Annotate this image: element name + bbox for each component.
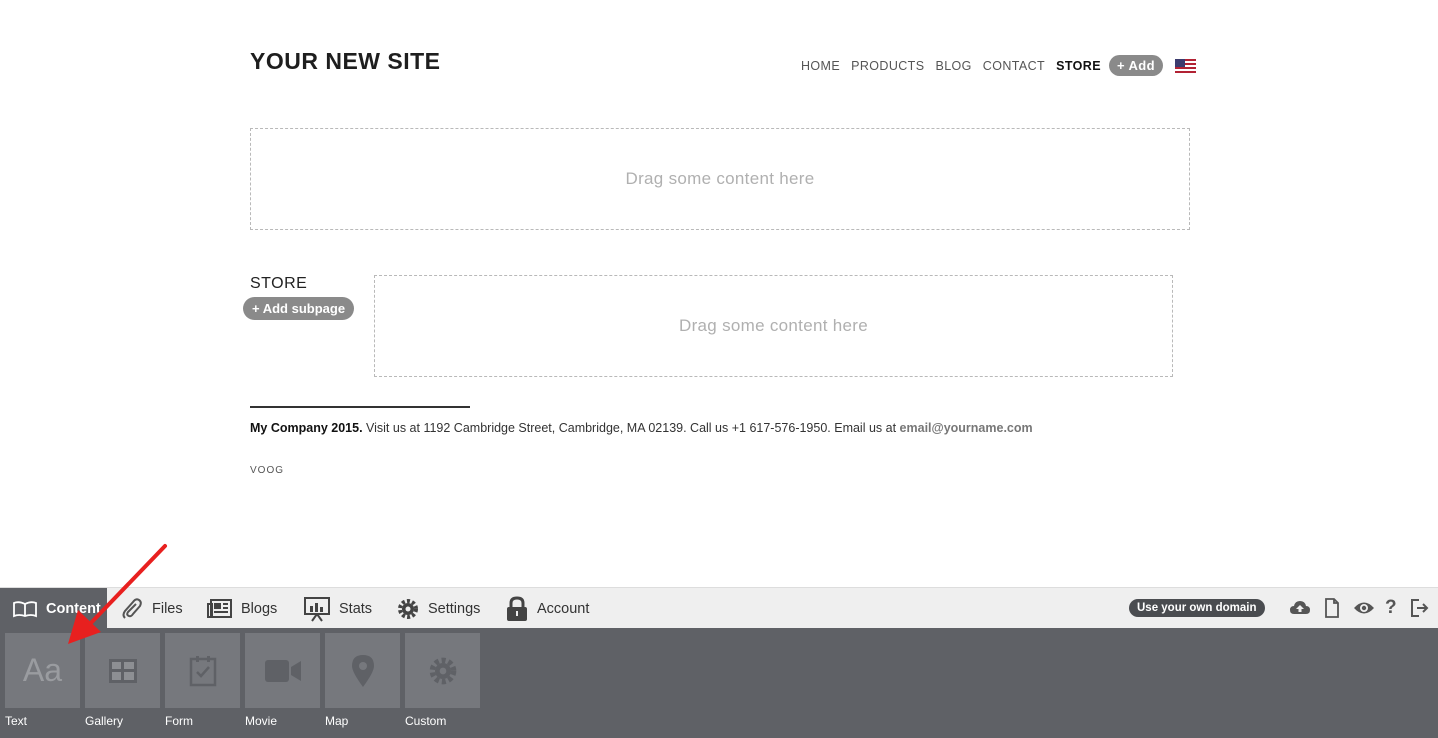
custom-tile[interactable]	[405, 633, 480, 708]
map-tile-label: Map	[325, 714, 349, 728]
tab-account[interactable]: Account	[505, 588, 589, 629]
video-camera-icon	[264, 659, 301, 682]
tab-settings[interactable]: Settings	[396, 588, 480, 629]
movie-tile-label: Movie	[245, 714, 278, 728]
tab-content[interactable]: Content	[0, 588, 107, 629]
clipboard-check-icon	[189, 655, 216, 686]
form-tile-label: Form	[165, 714, 193, 728]
store-heading: STORE	[250, 275, 308, 292]
help-icon[interactable]: ?	[1385, 597, 1397, 619]
nav-contact[interactable]: CONTACT	[983, 59, 1045, 73]
store-dropzone[interactable]: Drag some content here	[374, 275, 1173, 377]
nav-home[interactable]: HOME	[801, 59, 840, 73]
us-flag-icon[interactable]	[1174, 58, 1196, 73]
content-dropzone[interactable]: Drag some content here	[250, 128, 1190, 230]
tab-blogs-label: Blogs	[241, 600, 278, 617]
use-own-domain-button[interactable]: Use your own domain	[1129, 599, 1265, 617]
main-nav: HOME PRODUCTS BLOG CONTACT STORE + Add	[801, 55, 1196, 76]
nav-products[interactable]: PRODUCTS	[851, 59, 924, 73]
text-tile[interactable]: Aa	[5, 633, 80, 708]
text-tile-label: Text	[5, 714, 28, 728]
text-icon: Aa	[22, 652, 63, 688]
logout-icon[interactable]	[1410, 598, 1430, 618]
add-subpage-button[interactable]: + Add subpage	[243, 297, 355, 320]
book-icon	[13, 600, 37, 617]
content-palette: Aa Text Gallery Form Movie Map Custom	[0, 628, 1438, 738]
lock-icon	[507, 595, 527, 621]
cloud-upload-icon[interactable]	[1289, 598, 1311, 618]
tab-content-label: Content	[46, 600, 101, 617]
gallery-tile[interactable]	[85, 633, 160, 708]
eye-icon[interactable]	[1353, 600, 1375, 616]
gallery-tile-label: Gallery	[85, 714, 124, 728]
tab-stats-label: Stats	[339, 600, 373, 617]
page-icon[interactable]	[1324, 598, 1340, 618]
custom-tile-label: Custom	[405, 714, 447, 728]
footer-divider	[250, 406, 470, 408]
nav-blog[interactable]: BLOG	[935, 59, 971, 73]
editor-toolbar: Content Files Blogs Stats Settings Accou…	[0, 587, 1438, 629]
tab-account-label: Account	[537, 600, 590, 617]
tab-stats[interactable]: Stats	[303, 588, 372, 629]
newspaper-icon	[207, 598, 232, 618]
site-title: YOUR NEW SITE	[250, 48, 441, 74]
footer-address: Visit us at 1192 Cambridge Street, Cambr…	[362, 421, 900, 435]
tab-blogs[interactable]: Blogs	[207, 588, 277, 629]
nav-store[interactable]: STORE	[1056, 59, 1101, 73]
gallery-icon	[108, 658, 137, 683]
footer-text: My Company 2015. Visit us at 1192 Cambri…	[250, 421, 1033, 435]
map-tile[interactable]	[325, 633, 400, 708]
map-pin-icon	[351, 654, 374, 687]
form-tile[interactable]	[165, 633, 240, 708]
footer-company: My Company 2015.	[250, 421, 363, 435]
gear-icon	[398, 598, 418, 619]
presentation-chart-icon	[304, 596, 330, 622]
paperclip-icon	[122, 597, 142, 619]
voog-logo[interactable]: VOOG	[250, 465, 284, 476]
tab-files-label: Files	[152, 600, 183, 617]
movie-tile[interactable]	[245, 633, 320, 708]
gear-icon	[429, 657, 456, 684]
tab-settings-label: Settings	[428, 600, 481, 617]
footer-email-link[interactable]: email@yourname.com	[900, 421, 1033, 435]
add-page-button[interactable]: + Add	[1108, 55, 1163, 76]
tab-files[interactable]: Files	[120, 588, 183, 629]
